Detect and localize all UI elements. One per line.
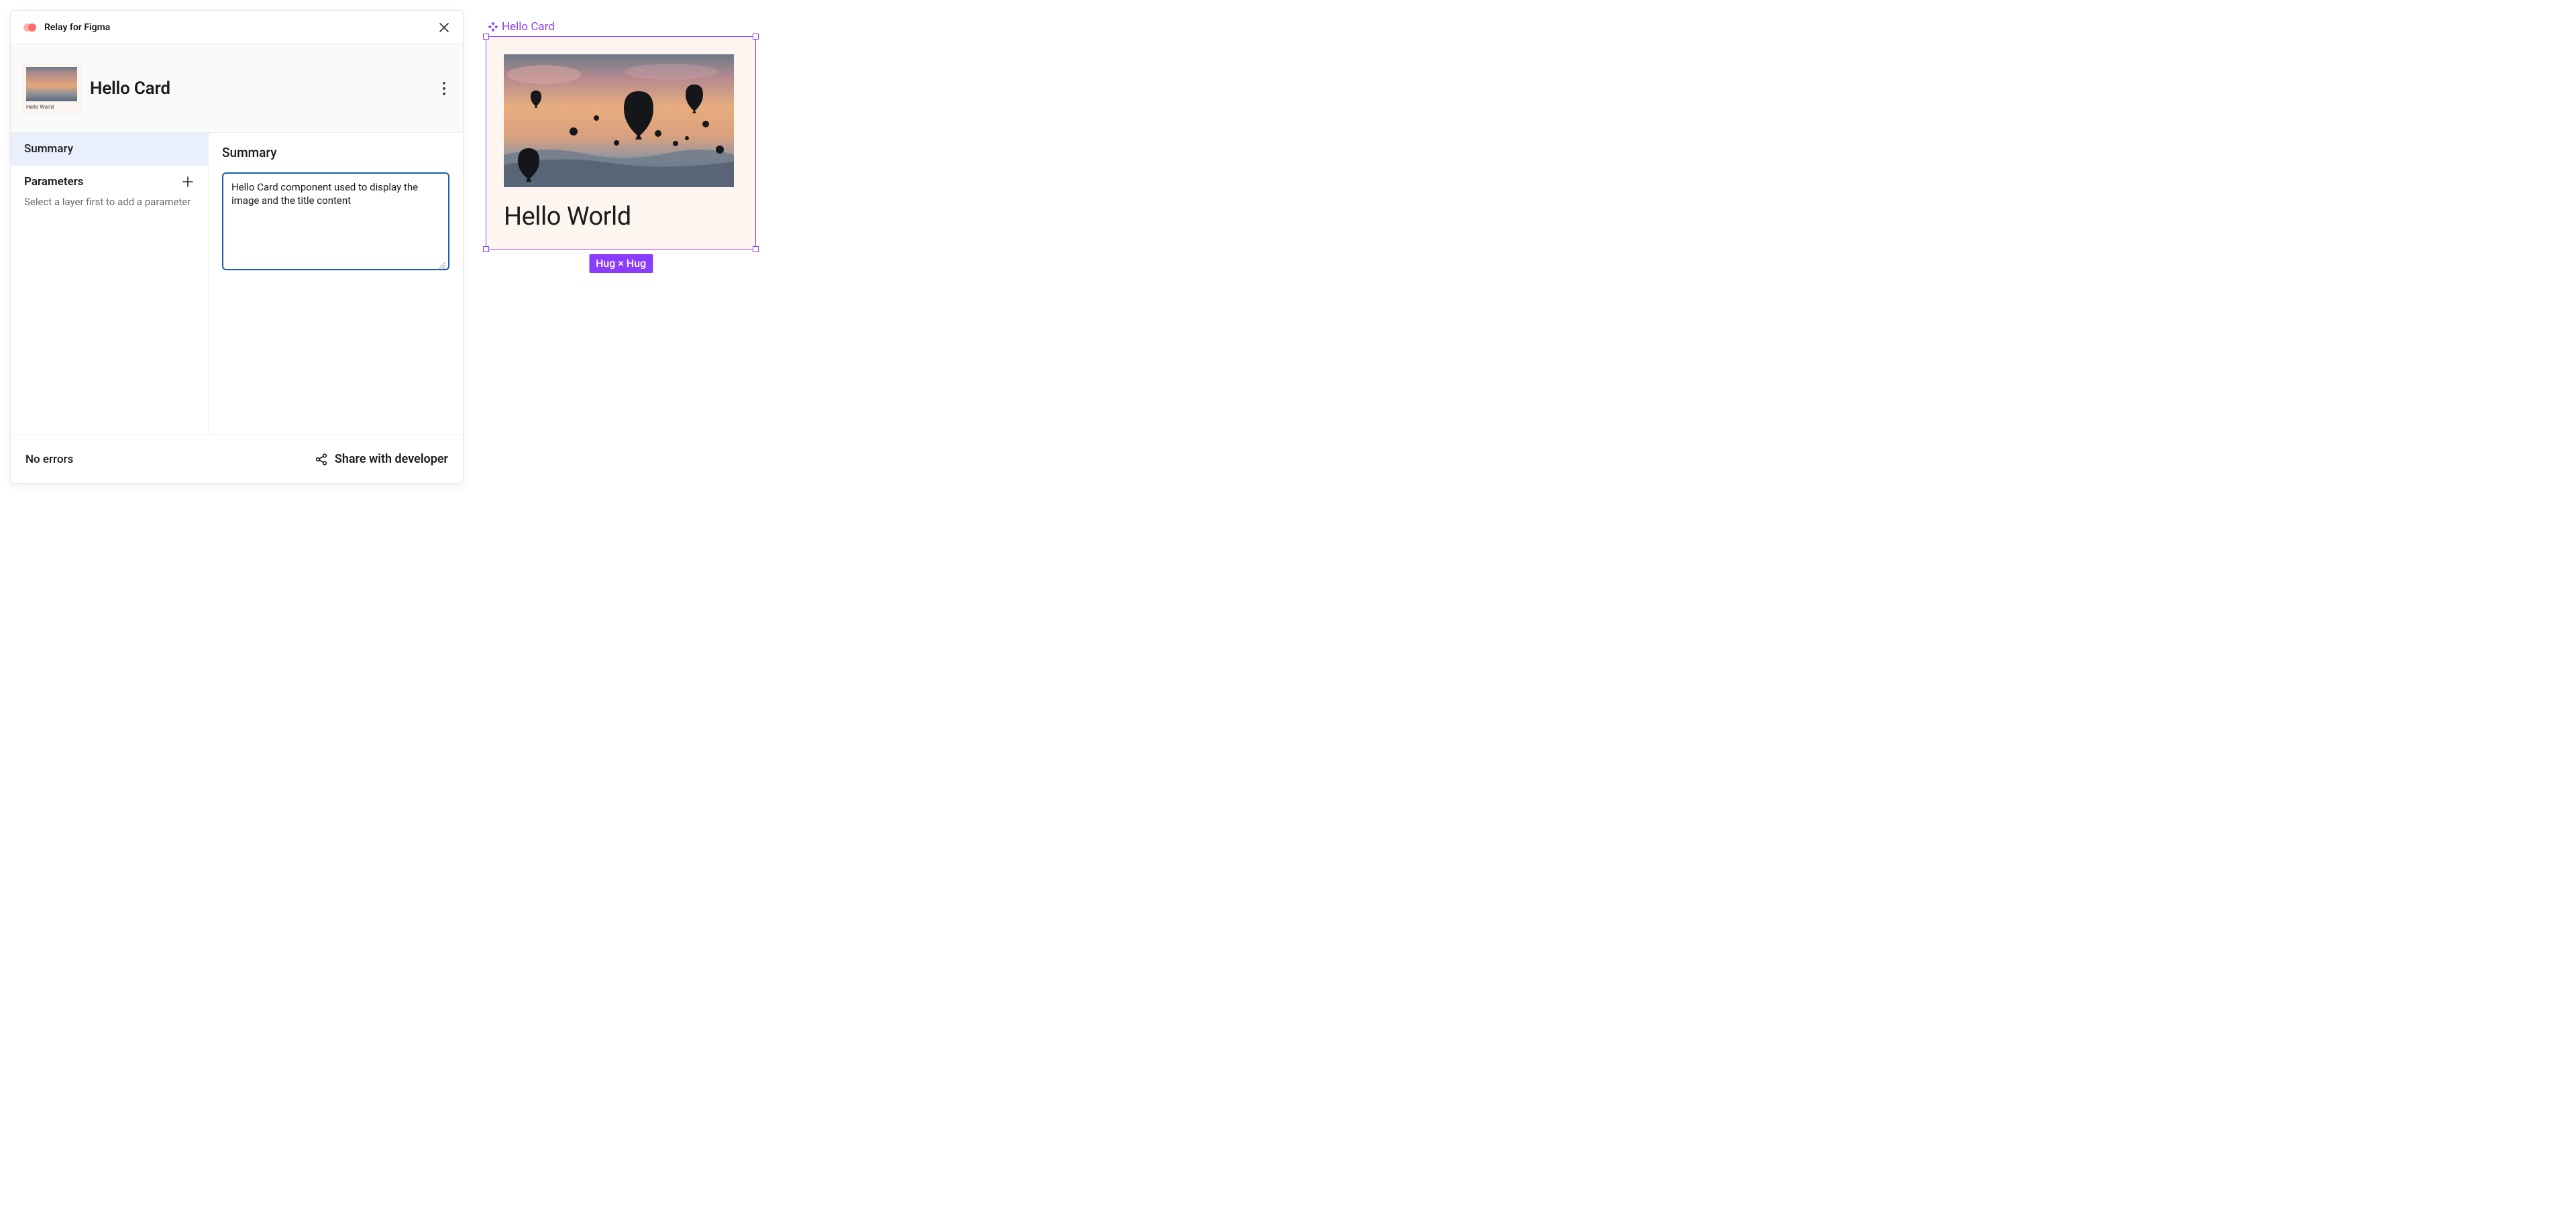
- card-image: [504, 54, 734, 187]
- share-label: Share with developer: [335, 452, 448, 466]
- summary-textarea[interactable]: [222, 172, 449, 270]
- close-icon: [439, 22, 449, 33]
- panel-header: Relay for Figma: [11, 11, 463, 44]
- canvas-component: Hello Card: [486, 20, 756, 249]
- errors-status: No errors: [25, 453, 73, 466]
- parameters-header: Parameters: [11, 166, 208, 192]
- tab-summary[interactable]: Summary: [11, 133, 208, 166]
- dot-icon: [443, 93, 445, 95]
- close-button[interactable]: [437, 21, 451, 34]
- selection-frame[interactable]: Hello World Hug × Hug: [486, 36, 756, 249]
- plugin-panel: Relay for Figma Hello World Hello Card S…: [10, 10, 464, 484]
- hello-card: Hello World: [486, 37, 755, 249]
- share-with-developer-button[interactable]: Share with developer: [315, 452, 448, 466]
- frame-label-text: Hello Card: [502, 20, 555, 34]
- dot-icon: [443, 87, 445, 90]
- thumbnail-image: [26, 67, 77, 101]
- panel-footer: No errors Share with developer: [11, 435, 463, 483]
- overflow-menu-button[interactable]: [437, 80, 451, 97]
- size-annotation-pill: Hug × Hug: [589, 254, 653, 273]
- resize-handle-top-right[interactable]: [753, 34, 759, 40]
- component-icon: [488, 22, 498, 32]
- panel-body: Summary Parameters Select a layer first …: [11, 133, 463, 435]
- component-header: Hello World Hello Card: [11, 44, 463, 133]
- component-thumbnail: Hello World: [23, 64, 80, 113]
- dot-icon: [443, 82, 445, 85]
- main-pane: Summary: [209, 133, 463, 435]
- add-parameter-button[interactable]: [181, 175, 195, 188]
- parameters-label: Parameters: [24, 175, 84, 188]
- card-title: Hello World: [504, 202, 738, 231]
- plugin-title: Relay for Figma: [44, 22, 110, 33]
- parameters-hint: Select a layer first to add a parameter: [11, 192, 208, 209]
- relay-logo-icon: [23, 22, 38, 33]
- sidebar: Summary Parameters Select a layer first …: [11, 133, 209, 435]
- resize-handle-top-left[interactable]: [483, 34, 489, 40]
- share-icon: [315, 453, 328, 466]
- frame-label[interactable]: Hello Card: [486, 20, 756, 34]
- summary-heading: Summary: [222, 145, 449, 160]
- thumbnail-caption: Hello World: [26, 104, 77, 110]
- component-name: Hello Card: [90, 78, 170, 99]
- resize-handle-bottom-left[interactable]: [483, 246, 489, 252]
- plus-icon: [182, 176, 193, 187]
- resize-handle-bottom-right[interactable]: [753, 246, 759, 252]
